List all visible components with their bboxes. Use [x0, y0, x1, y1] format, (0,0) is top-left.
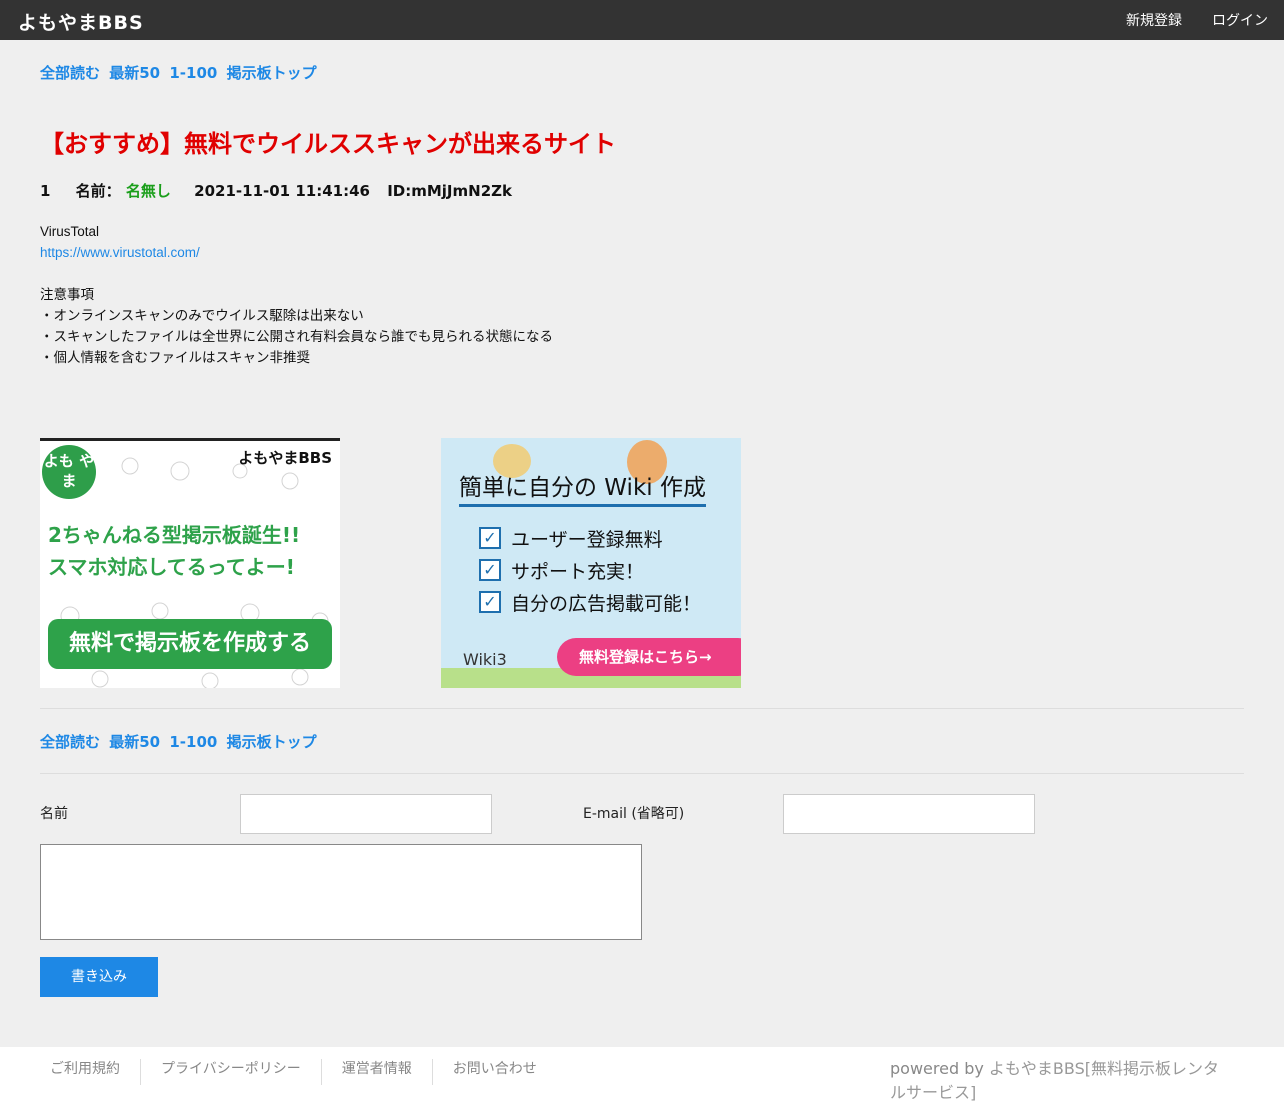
- post-line: ・個人情報を含むファイルはスキャン非推奨: [40, 350, 310, 365]
- post-date: 2021-11-01 11:41:46: [194, 182, 370, 200]
- board-top-link[interactable]: 掲示板トップ: [227, 733, 317, 751]
- ad-banner-wiki3[interactable]: 簡単に自分の Wiki 作成 ✓ ユーザー登録無料 ✓ サポート充実！ ✓ 自分の広告…: [441, 438, 741, 688]
- ad-feature-item: ✓ 自分の広告掲載可能！: [479, 586, 701, 618]
- thread-nav-bottom: 全部読む 最新50 1-100 掲示板トップ: [40, 731, 321, 752]
- wiki3-brand: Wiki3: [463, 650, 507, 669]
- site-logo[interactable]: よもやまBBS: [18, 8, 144, 35]
- operator-link[interactable]: 運営者情報: [322, 1059, 433, 1085]
- post-line: VirusTotal: [40, 224, 100, 239]
- post-id: ID:mMjJmN2Zk: [387, 182, 512, 200]
- register-link[interactable]: 新規登録: [1126, 10, 1182, 30]
- footer-links: ご利用規約 プライバシーポリシー 運営者情報 お問い合わせ: [30, 1059, 557, 1085]
- range-link[interactable]: 1-100: [169, 733, 217, 751]
- email-label: E-mail (省略可): [583, 806, 685, 822]
- message-textarea[interactable]: [40, 844, 642, 940]
- latest50-link[interactable]: 最新50: [109, 64, 160, 82]
- email-input[interactable]: [783, 794, 1035, 834]
- board-top-link[interactable]: 掲示板トップ: [227, 64, 317, 82]
- ad-banner-yomoyama[interactable]: よも やま よもやまBBS 2ちゃんねる型掲示板誕生!! スマホ対応してるってよ…: [40, 438, 340, 688]
- read-all-link[interactable]: 全部読む: [40, 64, 100, 82]
- ad-brand: よもやまBBS: [238, 449, 332, 467]
- post-line: ・オンラインスキャンのみでウイルス駆除は出来ない: [40, 308, 364, 323]
- post-author-name: 名無し: [125, 182, 171, 200]
- top-header: よもやまBBS 新規登録 ログイン: [0, 0, 1284, 40]
- post-line: ・スキャンしたファイルは全世界に公開され有料会員なら誰でも見られる状態になる: [40, 329, 553, 344]
- header-nav: 新規登録 ログイン: [1112, 0, 1284, 40]
- divider: [40, 773, 1244, 774]
- register-cta-button[interactable]: 無料登録はこちら→: [557, 638, 741, 676]
- post-header: 1 名前： 名無し 2021-11-01 11:41:46 ID:mMjJmN2…: [40, 180, 512, 201]
- checkbox-icon: ✓: [479, 527, 501, 549]
- name-label: 名前: [40, 806, 68, 822]
- name-input[interactable]: [240, 794, 492, 834]
- privacy-link[interactable]: プライバシーポリシー: [141, 1059, 322, 1085]
- post-body: VirusTotal https://www.virustotal.com/ 注…: [40, 221, 553, 368]
- ad-feature-list: ✓ ユーザー登録無料 ✓ サポート充実！ ✓ 自分の広告掲載可能！: [479, 522, 701, 618]
- footer: ご利用規約 プライバシーポリシー 運営者情報 お問い合わせ powered by…: [0, 1047, 1284, 1105]
- ad-copy-line: スマホ対応してるってよー!: [48, 555, 295, 579]
- login-link[interactable]: ログイン: [1212, 10, 1268, 30]
- ad-title: 簡単に自分の Wiki 作成: [459, 468, 706, 507]
- ad-copy-line: 2ちゃんねる型掲示板誕生!!: [48, 523, 301, 547]
- yomoyama-badge: よも やま: [42, 445, 96, 499]
- contact-link[interactable]: お問い合わせ: [433, 1059, 557, 1085]
- powered-prefix: powered by: [890, 1059, 989, 1078]
- terms-link[interactable]: ご利用規約: [30, 1059, 141, 1085]
- create-board-button[interactable]: 無料で掲示板を作成する: [48, 619, 332, 669]
- post-link[interactable]: https://www.virustotal.com/: [40, 245, 200, 260]
- thread-title: 【おすすめ】無料でウイルススキャンが出来るサイト: [40, 129, 616, 158]
- powered-by: powered by よもやまBBS[無料掲示板レンタルサービス]: [890, 1057, 1220, 1105]
- latest50-link[interactable]: 最新50: [109, 733, 160, 751]
- ad-feature-item: ✓ サポート充実！: [479, 554, 701, 586]
- divider: [40, 708, 1244, 709]
- checkbox-icon: ✓: [479, 559, 501, 581]
- post-line: 注意事項: [40, 287, 94, 302]
- checkbox-icon: ✓: [479, 591, 501, 613]
- read-all-link[interactable]: 全部読む: [40, 733, 100, 751]
- post-number: 1: [40, 182, 51, 200]
- thread-nav-top: 全部読む 最新50 1-100 掲示板トップ: [40, 62, 321, 83]
- submit-button[interactable]: 書き込み: [40, 957, 158, 997]
- range-link[interactable]: 1-100: [169, 64, 217, 82]
- post-name-label: 名前：: [75, 182, 121, 200]
- ad-feature-item: ✓ ユーザー登録無料: [479, 522, 701, 554]
- ad-copy: 2ちゃんねる型掲示板誕生!! スマホ対応してるってよー!: [48, 519, 338, 583]
